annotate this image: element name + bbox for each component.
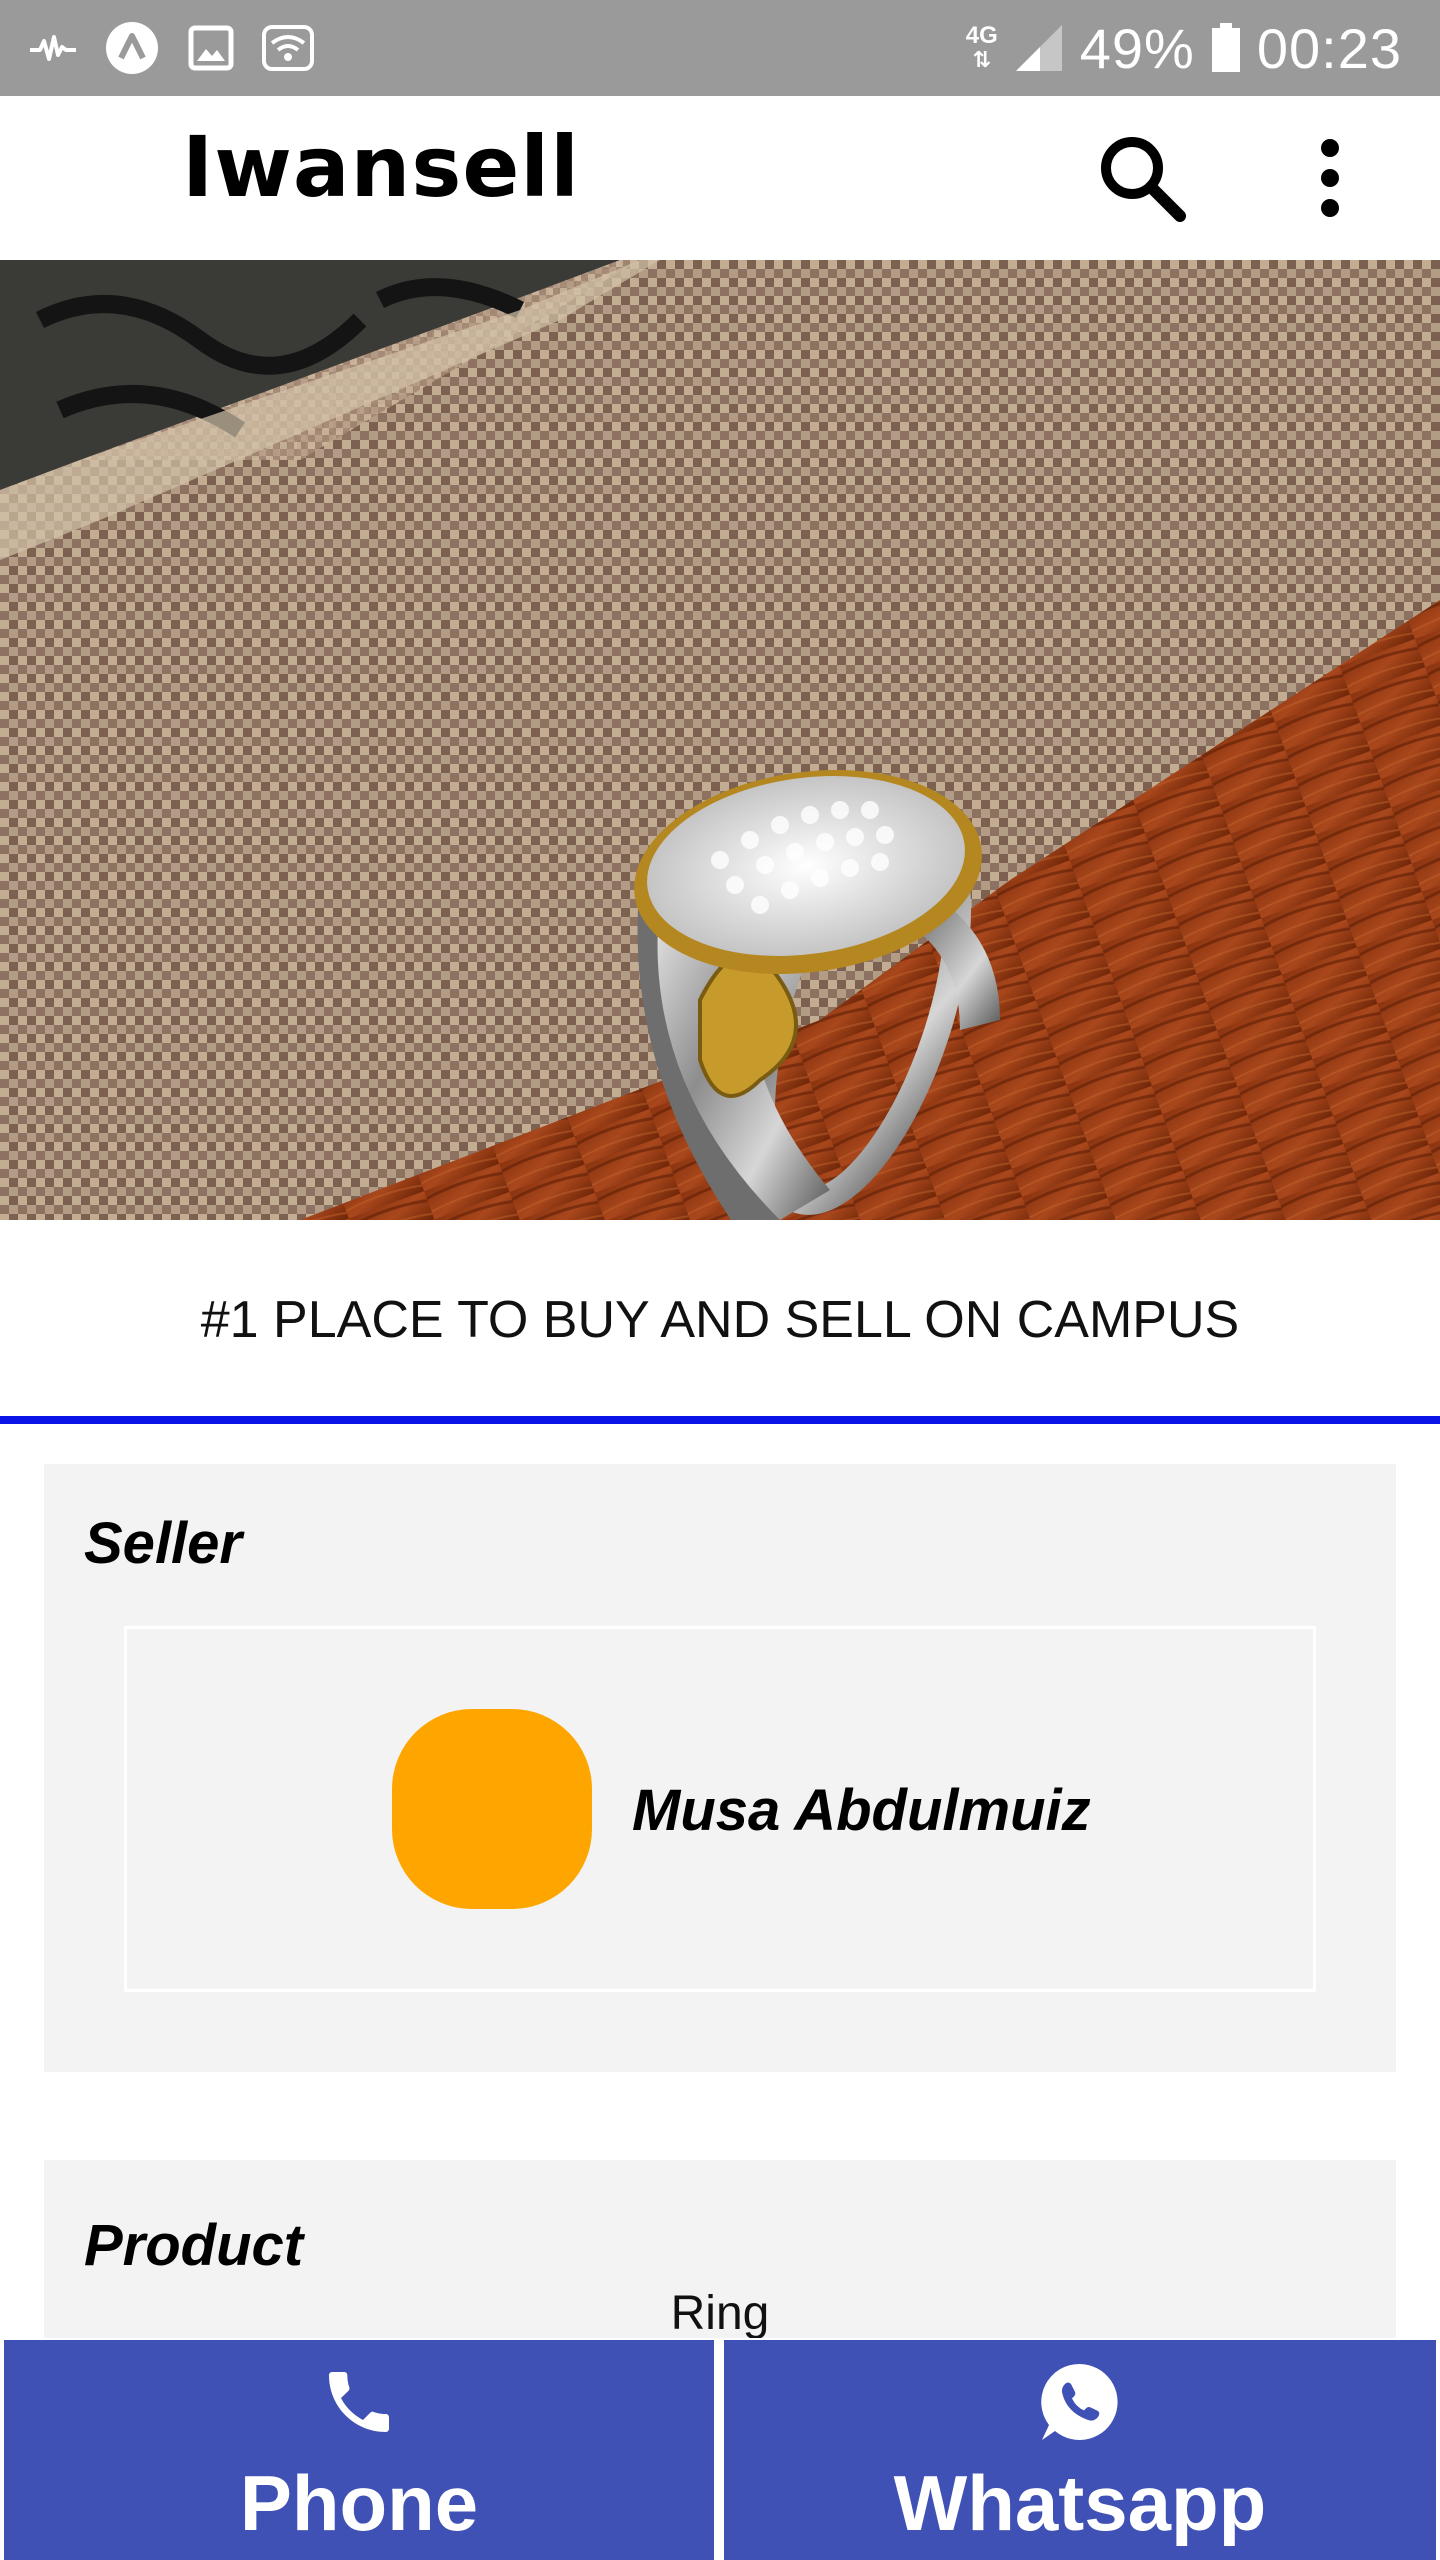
seller-card: Seller Musa Abdulmuiz (44, 1464, 1396, 2072)
status-bar: 4G ⇅ 49% 00:23 (0, 0, 1440, 96)
search-icon (1101, 137, 1186, 222)
phone-button[interactable]: Phone (4, 2340, 714, 2560)
seller-name: Musa Abdulmuiz (632, 1778, 1091, 1843)
product-heading: Product (84, 2213, 304, 2278)
phone-icon (319, 2354, 399, 2450)
app-bar: Iwansell (0, 96, 1440, 260)
search-button[interactable] (1090, 126, 1194, 230)
network-type: 4G ⇅ (965, 22, 998, 72)
app-title: Iwansell (182, 118, 580, 216)
battery-icon (1211, 23, 1241, 73)
clock: 00:23 (1256, 16, 1402, 80)
wifi-icon (262, 25, 314, 71)
status-icons-left (30, 22, 314, 74)
divider (0, 1416, 1440, 1424)
seller-profile[interactable]: Musa Abdulmuiz (124, 1626, 1316, 1992)
seller-heading: Seller (84, 1511, 242, 1576)
app-a-icon (104, 20, 160, 76)
product-name: Ring (670, 2287, 770, 2340)
tagline: #1 PLACE TO BUY AND SELL ON CAMPUS (200, 1291, 1240, 1349)
bottom-action-bar: Phone Whatsapp (0, 2338, 1440, 2560)
overflow-menu-button[interactable] (1290, 126, 1370, 230)
activity-icon (30, 33, 76, 63)
image-icon (188, 25, 234, 71)
more-vert-icon (1321, 139, 1339, 217)
avatar (392, 1709, 592, 1909)
whatsapp-button[interactable]: Whatsapp (724, 2340, 1436, 2560)
whatsapp-label: Whatsapp (893, 2459, 1267, 2547)
phone-label: Phone (239, 2459, 479, 2547)
battery-percent: 49% (1079, 16, 1195, 80)
product-photo (0, 260, 1440, 1220)
whatsapp-icon (1036, 2354, 1124, 2450)
status-icons-right: 4G ⇅ 49% 00:23 (966, 16, 1402, 80)
signal-icon (1014, 23, 1064, 73)
